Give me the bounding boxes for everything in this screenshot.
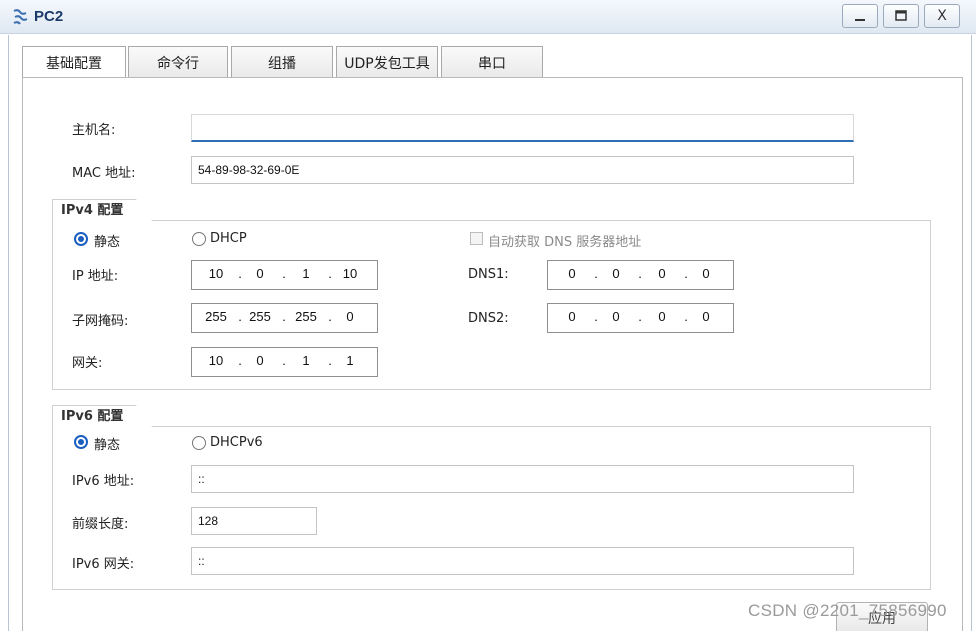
ip-octet-1: 10 [208, 266, 224, 281]
dns1-label: DNS1: [468, 267, 509, 282]
tab-label: 串口 [478, 55, 506, 72]
ipv4-static-label: 静态 [94, 235, 121, 250]
minimize-button[interactable] [842, 4, 878, 28]
ip-octet-2: 0 [256, 266, 264, 281]
tab-label: 基础配置 [46, 56, 102, 72]
ip-dot: . [238, 309, 242, 324]
ipv6-gateway-input[interactable]: :: [191, 547, 854, 575]
mask-octet-2: 255 [249, 309, 271, 324]
auto-dns-label: 自动获取 DNS 服务器地址 [488, 235, 642, 250]
gw-octet-3: 1 [302, 353, 310, 368]
watermark: CSDN @2201_75856990 [748, 601, 947, 620]
gw-octet-1: 10 [208, 353, 224, 368]
tab-label: UDP发包工具 [344, 55, 430, 72]
ipv6-address-label: IPv6 地址: [72, 474, 135, 489]
gw-octet-2: 0 [256, 353, 264, 368]
ipv6-dhcpv6-radio[interactable] [192, 436, 206, 450]
subnet-mask-label: 子网掩码: [72, 314, 129, 329]
ip-dot: . [238, 353, 242, 368]
tab-basic-config[interactable]: 基础配置 [22, 46, 126, 79]
maximize-button[interactable] [883, 4, 919, 28]
mac-label: MAC 地址: [72, 166, 136, 181]
gw-octet-4: 1 [346, 353, 354, 368]
gateway-label: 网关: [72, 356, 103, 371]
network-pc-icon [13, 9, 28, 25]
dns1-octet-3: 0 [658, 266, 666, 281]
ipv4-dhcp-label: DHCP [210, 231, 247, 246]
ipv6-address-input[interactable]: :: [191, 465, 854, 493]
prefix-length-input[interactable]: 128 [191, 507, 317, 535]
dns1-octet-1: 0 [568, 266, 576, 281]
ipv6-group-title-text: IPv6 配置 [61, 409, 124, 424]
title-bar[interactable]: PC2 X [0, 0, 976, 34]
tab-udp-tool[interactable]: UDP发包工具 [336, 46, 438, 78]
dns2-octet-1: 0 [568, 309, 576, 324]
ip-dot: . [328, 353, 332, 368]
ip-address-label: IP 地址: [72, 269, 119, 284]
tab-command-line[interactable]: 命令行 [128, 46, 228, 78]
dns1-octet-4: 0 [702, 266, 710, 281]
dns2-octet-4: 0 [702, 309, 710, 324]
dns2-octet-3: 0 [658, 309, 666, 324]
mask-octet-1: 255 [205, 309, 227, 324]
close-button[interactable]: X [924, 4, 960, 28]
dns2-octet-2: 0 [612, 309, 620, 324]
ip-dot: . [638, 266, 642, 281]
ip-dot: . [282, 266, 286, 281]
dns2-label: DNS2: [468, 311, 509, 326]
minimize-icon [855, 19, 865, 21]
maximize-icon [895, 10, 907, 21]
tab-label: 组播 [268, 55, 296, 72]
ipv6-static-radio[interactable] [74, 435, 88, 449]
dns1-octet-2: 0 [612, 266, 620, 281]
ip-dot: . [594, 266, 598, 281]
ipv6-static-label: 静态 [94, 438, 121, 453]
ip-address-input[interactable]: 10 . 0 . 1 . 10 [191, 260, 378, 290]
ip-dot: . [638, 309, 642, 324]
ipv4-group-title-text: IPv4 配置 [61, 203, 124, 218]
dns1-input[interactable]: 0 . 0 . 0 . 0 [547, 260, 734, 290]
ipv4-group-title: IPv4 配置 [52, 199, 152, 221]
ip-dot: . [282, 353, 286, 368]
mask-octet-4: 0 [346, 309, 354, 324]
ipv6-group-title: IPv6 配置 [52, 405, 152, 427]
ip-dot: . [684, 309, 688, 324]
ip-dot: . [238, 266, 242, 281]
ip-octet-4: 10 [342, 266, 358, 281]
tab-label: 命令行 [157, 55, 199, 72]
mask-octet-3: 255 [295, 309, 317, 324]
tab-multicast[interactable]: 组播 [231, 46, 333, 78]
ipv4-dhcp-radio[interactable] [192, 232, 206, 246]
mac-address-field[interactable]: 54-89-98-32-69-0E [191, 156, 854, 184]
ip-dot: . [684, 266, 688, 281]
ipv4-static-radio[interactable] [74, 232, 88, 246]
ip-dot: . [594, 309, 598, 324]
gateway-input[interactable]: 10 . 0 . 1 . 1 [191, 347, 378, 377]
ip-octet-3: 1 [302, 266, 310, 281]
ipv6-gateway-label: IPv6 网关: [72, 557, 135, 572]
ipv6-dhcpv6-label: DHCPv6 [210, 435, 263, 450]
hostname-input[interactable] [191, 114, 854, 142]
hostname-label: 主机名: [72, 123, 116, 138]
subnet-mask-input[interactable]: 255 . 255 . 255 . 0 [191, 303, 378, 333]
tab-serial[interactable]: 串口 [441, 46, 543, 78]
auto-dns-checkbox[interactable] [470, 232, 483, 245]
prefix-length-label: 前缀长度: [72, 517, 129, 532]
window-title: PC2 [34, 8, 64, 25]
close-icon: X [937, 8, 947, 24]
ip-dot: . [328, 266, 332, 281]
ip-dot: . [328, 309, 332, 324]
ip-dot: . [282, 309, 286, 324]
dns2-input[interactable]: 0 . 0 . 0 . 0 [547, 303, 734, 333]
